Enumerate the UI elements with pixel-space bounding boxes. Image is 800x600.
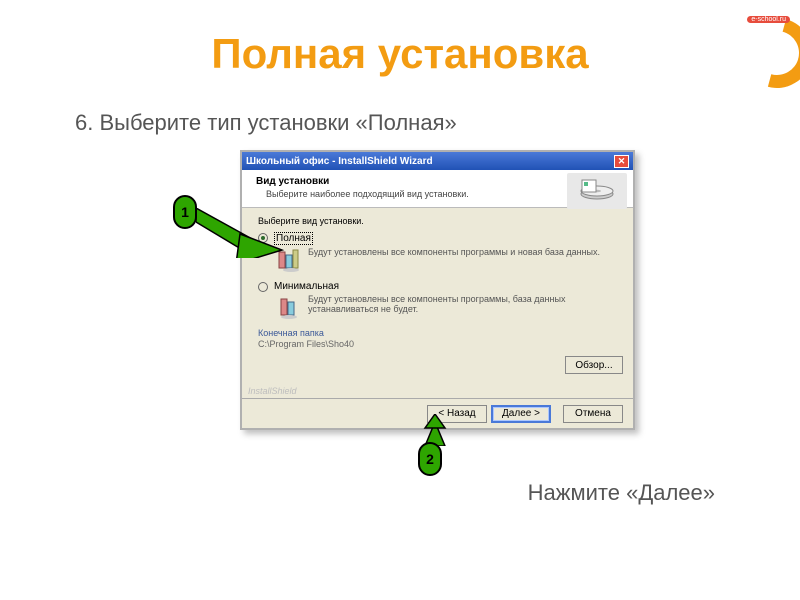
radio-min[interactable]	[258, 282, 268, 292]
option-min-desc: Будут установлены все компоненты програм…	[308, 294, 617, 322]
arrow-1	[196, 208, 286, 258]
select-type-prompt: Выберите вид установки.	[258, 216, 617, 226]
step-instruction: 6. Выберите тип установки «Полная»	[75, 110, 457, 136]
destination-label: Конечная папка	[258, 328, 617, 338]
option-min[interactable]: Минимальная Будут установлены все компон…	[258, 281, 617, 322]
brand-site-label: e-school.ru	[747, 16, 790, 23]
next-button[interactable]: Далее >	[491, 405, 551, 423]
option-full-desc: Будут установлены все компоненты програм…	[308, 247, 617, 275]
page-title: Полная установка	[0, 30, 800, 78]
installshield-watermark: InstallShield	[248, 386, 297, 396]
cd-icon	[567, 173, 627, 209]
option-min-label: Минимальная	[274, 281, 339, 292]
destination-path: C:\Program Files\Sho40	[258, 339, 617, 349]
wizard-header: Вид установки Выберите наиболее подходящ…	[242, 170, 633, 208]
setup-min-icon	[274, 294, 302, 322]
browse-button[interactable]: Обзор...	[565, 356, 623, 374]
window-titlebar: Школьный офис - InstallShield Wizard ✕	[242, 152, 633, 170]
callout-badge-2: 2	[418, 442, 442, 476]
close-icon[interactable]: ✕	[614, 155, 629, 168]
cancel-button[interactable]: Отмена	[563, 405, 623, 423]
option-full[interactable]: Полная Будут установлены все компоненты …	[258, 232, 617, 275]
callout-badge-1: 1	[173, 195, 197, 229]
press-next-caption: Нажмите «Далее»	[528, 480, 715, 506]
installer-window: Школьный офис - InstallShield Wizard ✕ В…	[240, 150, 635, 430]
window-title: Школьный офис - InstallShield Wizard	[246, 156, 614, 167]
